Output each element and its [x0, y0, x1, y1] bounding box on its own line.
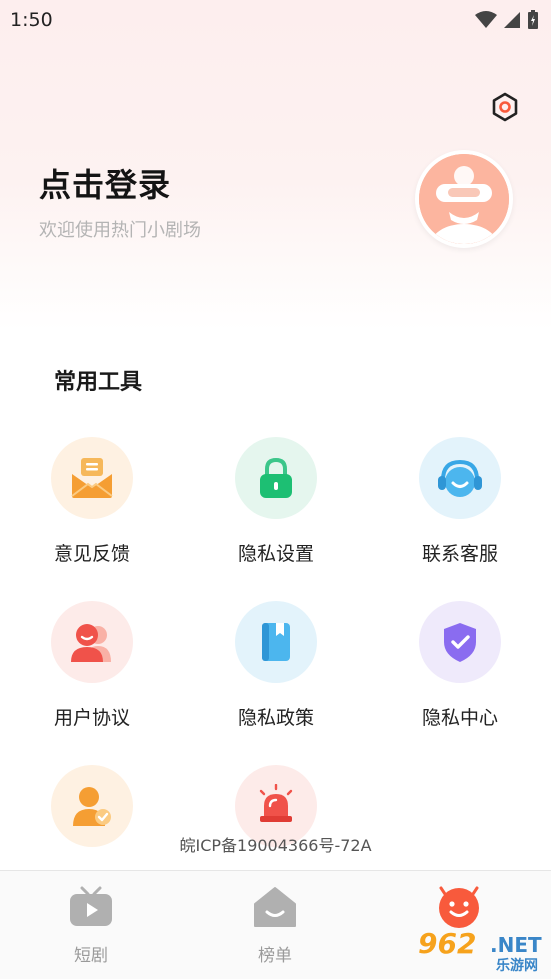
status-bar: 1:50	[0, 0, 551, 40]
tool-privacy-settings[interactable]: 隐私设置	[216, 437, 336, 566]
house-ranking-icon	[220, 885, 330, 929]
tool-privacy-center[interactable]: 隐私中心	[400, 601, 520, 730]
tool-feedback[interactable]: 意见反馈	[32, 437, 152, 566]
tool-user-agreement[interactable]: 用户协议	[32, 601, 152, 730]
wifi-icon	[475, 11, 497, 28]
avatar[interactable]	[415, 150, 513, 248]
login-title[interactable]: 点击登录	[39, 160, 171, 206]
watermark-site: 乐游网	[496, 958, 538, 974]
tool-customer-service[interactable]: 联系客服	[400, 437, 520, 566]
tool-label: 意见反馈	[53, 543, 130, 565]
users-agreement-icon	[51, 601, 133, 683]
status-time: 1:50	[10, 9, 53, 31]
nav-tab-ranking[interactable]: 榜单	[220, 885, 330, 966]
watermark-net: .NET	[490, 933, 542, 957]
gear-icon	[492, 92, 518, 122]
feedback-envelope-icon	[51, 437, 133, 519]
tool-label: 用户协议	[53, 707, 130, 729]
icp-license: 皖ICP备19004366号-72A	[179, 836, 372, 855]
nav-label: 短剧	[74, 946, 108, 966]
smile-face-icon	[404, 885, 514, 929]
tool-privacy-policy[interactable]: 隐私政策	[216, 601, 336, 730]
login-subtitle: 欢迎使用热门小剧场	[39, 220, 201, 241]
watermark-number: 962	[418, 927, 477, 960]
avatar-user-icon	[419, 154, 509, 244]
status-icons	[475, 10, 539, 30]
nav-tab-short-drama[interactable]: 短剧	[36, 885, 146, 966]
lock-icon	[235, 437, 317, 519]
settings-button[interactable]	[486, 88, 524, 126]
tool-label: 隐私设置	[237, 543, 314, 565]
battery-icon	[528, 10, 538, 29]
tv-play-icon	[36, 885, 146, 929]
shield-check-icon	[419, 601, 501, 683]
book-icon	[235, 601, 317, 683]
tool-label: 隐私政策	[237, 707, 314, 729]
signal-icon	[504, 12, 520, 28]
tool-label: 隐私中心	[421, 707, 498, 729]
watermark-logo: 962 .NET 乐游网	[410, 925, 551, 979]
nav-label: 榜单	[258, 946, 292, 966]
section-title: 常用工具	[54, 370, 143, 395]
tool-label: 联系客服	[421, 543, 498, 565]
customer-service-headset-icon	[419, 437, 501, 519]
